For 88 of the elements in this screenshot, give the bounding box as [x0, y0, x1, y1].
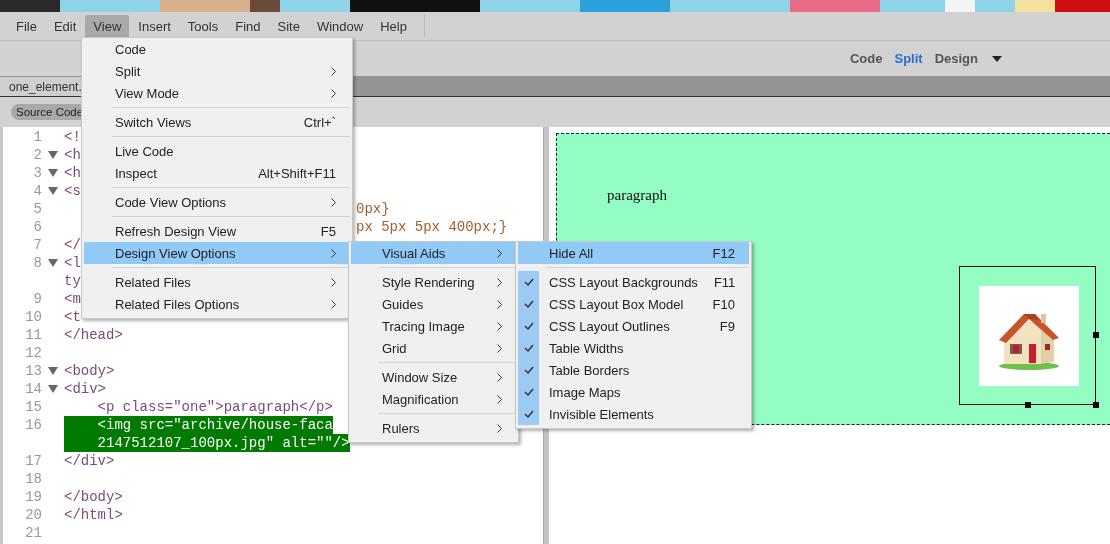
resize-handle[interactable] — [1025, 402, 1031, 408]
line-number: 16 — [24, 416, 42, 434]
menu-item[interactable]: Related Files Options — [84, 293, 350, 315]
line-number: 18 — [24, 470, 42, 488]
code-text: <l — [64, 254, 81, 272]
fold-icon[interactable] — [48, 187, 58, 195]
code-text: <t — [64, 308, 81, 326]
code-text: </html> — [64, 506, 123, 524]
menu-item[interactable]: Insert — [130, 14, 179, 38]
menu-item[interactable]: Table Borders — [518, 359, 749, 381]
code-text: <! — [64, 128, 81, 146]
line-number: 13 — [24, 362, 42, 380]
menu-item[interactable]: Rulers — [351, 417, 516, 439]
menu-item[interactable]: Table Widths — [518, 337, 749, 359]
resize-handle[interactable] — [1093, 402, 1099, 408]
menu-item[interactable]: Find — [227, 14, 269, 38]
menu-item[interactable]: Guides — [351, 293, 516, 315]
line-number: 1 — [32, 128, 42, 146]
menu-item[interactable]: Help — [372, 14, 415, 38]
line-number: 15 — [24, 398, 42, 416]
menu-item[interactable]: Magnification — [351, 388, 516, 410]
menu-item[interactable]: Live Code — [84, 140, 350, 162]
fold-icon[interactable] — [48, 367, 58, 375]
code-text: <body> — [64, 362, 115, 380]
line-number: 8 — [32, 254, 42, 272]
code-text: <img src="archive/house-faca — [64, 416, 333, 434]
menu-item[interactable]: Hide All F12 — [518, 242, 749, 264]
menu-item[interactable]: Grid — [351, 337, 516, 359]
menu-item[interactable]: CSS Layout Outlines F9 — [518, 315, 749, 337]
fold-icon[interactable] — [48, 385, 58, 393]
resize-handle[interactable] — [1093, 332, 1099, 338]
menu-item[interactable]: Image Maps — [518, 381, 749, 403]
line-number: 14 — [24, 380, 42, 398]
code-text: </ — [64, 236, 81, 254]
fold-icon[interactable] — [48, 259, 58, 267]
menu-item[interactable]: Visual Aids — [351, 242, 516, 264]
line-number: 5 — [32, 200, 42, 218]
menu-item[interactable]: Code View Options — [84, 191, 350, 213]
menu-item[interactable]: CSS Layout Box Model F10 — [518, 293, 749, 315]
line-number: 9 — [32, 290, 42, 308]
menu-item[interactable]: Site — [269, 14, 308, 38]
code-text: </div> — [64, 452, 115, 470]
code-text: </body> — [64, 488, 123, 506]
code-text: <div> — [64, 380, 106, 398]
line-number: 4 — [32, 182, 42, 200]
menu-item[interactable]: CSS Layout Backgrounds F11 — [518, 271, 749, 293]
menu-item[interactable]: Design View Options — [84, 242, 350, 264]
menu-item[interactable]: Window Size — [351, 366, 516, 388]
code-text: <s — [64, 182, 81, 200]
code-text: <h — [64, 146, 81, 164]
line-number: 12 — [24, 344, 42, 362]
image-selection[interactable] — [959, 266, 1096, 405]
menu-item[interactable]: Inspect Alt+Shift+F11 — [84, 162, 350, 184]
line-number: 10 — [24, 308, 42, 326]
view-tab[interactable]: Design — [934, 51, 978, 66]
code-text: 2147512107_100px.jpg" alt=""/> — [64, 434, 350, 452]
code-text: px 5px 5px 400px;} — [356, 218, 508, 236]
menu-item[interactable]: Code — [84, 38, 350, 60]
fold-icon[interactable] — [48, 169, 58, 177]
line-number: 6 — [32, 218, 42, 236]
caret-icon[interactable] — [992, 55, 1002, 62]
line-number: 20 — [24, 506, 42, 524]
menu-item[interactable]: Style Rendering — [351, 271, 516, 293]
line-number: 11 — [24, 326, 42, 344]
code-text: ty — [64, 272, 81, 290]
menu-item[interactable]: Tools — [179, 14, 227, 38]
menu-item[interactable]: Refresh Design View F5 — [84, 220, 350, 242]
line-number: 21 — [24, 524, 42, 542]
code-text: <h — [64, 164, 81, 182]
menu-item[interactable]: File — [8, 14, 45, 38]
line-number: 3 — [32, 164, 42, 182]
menu-item[interactable]: Related Files — [84, 271, 350, 293]
code-text: <m — [64, 290, 81, 308]
menu-item[interactable]: Window — [308, 14, 372, 38]
code-text: </head> — [64, 326, 123, 344]
code-text: <p class="one">paragraph</p> — [96, 398, 333, 416]
menu-item[interactable]: Tracing Image — [351, 315, 516, 337]
line-number: 2 — [32, 146, 42, 164]
fold-icon[interactable] — [48, 151, 58, 159]
view-tab[interactable]: Code — [850, 51, 883, 66]
line-number: 7 — [32, 236, 42, 254]
paragraph-text: paragraph — [607, 187, 668, 204]
menu-item[interactable]: View — [85, 14, 130, 38]
menu-item[interactable]: Invisible Elements — [518, 403, 749, 425]
line-number: 19 — [24, 488, 42, 506]
code-text: 0px} — [356, 200, 390, 218]
line-number: 17 — [24, 452, 42, 470]
menu-item[interactable]: Edit — [45, 14, 85, 38]
